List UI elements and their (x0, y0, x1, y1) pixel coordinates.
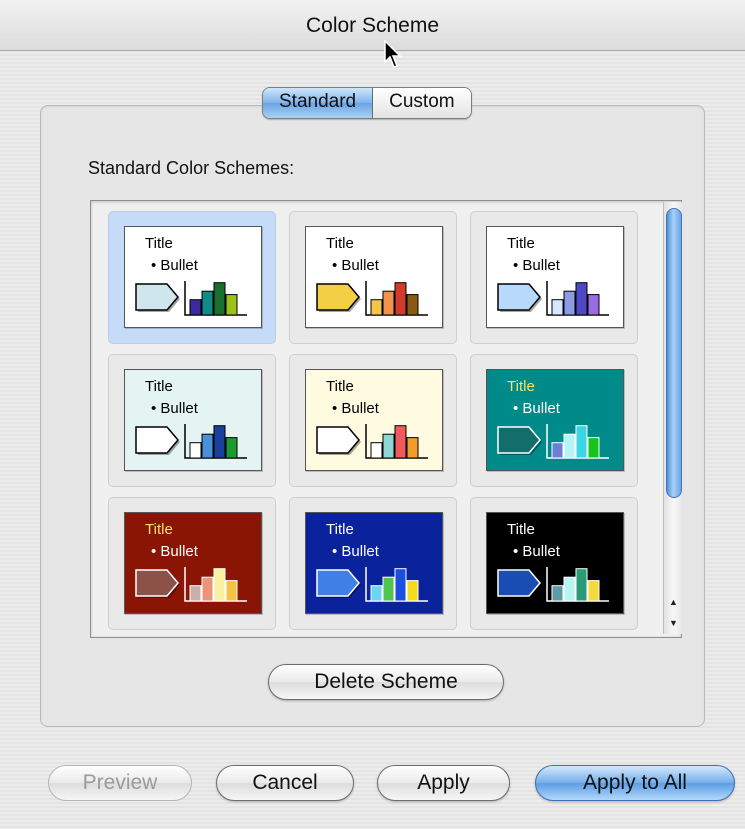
thumbnail-title: Title (145, 235, 173, 252)
apply-button[interactable]: Apply (377, 765, 510, 801)
chart-bar (225, 437, 238, 459)
standard-schemes-label: Standard Color Schemes: (88, 158, 295, 178)
chart-bar (587, 294, 600, 316)
chart-bar (189, 585, 202, 602)
chart-bar (382, 576, 395, 602)
thumbnail-bullet: • Bullet (332, 400, 379, 417)
scheme-list[interactable]: Title • Bullet Title • Bullet Title • Bullet T… (90, 200, 682, 638)
tab-standard[interactable]: Standard (263, 88, 374, 118)
scheme-thumbnail: Title • Bullet (124, 226, 262, 328)
tab-custom[interactable]: Custom (373, 88, 471, 118)
delete-scheme-button[interactable]: Delete Scheme (268, 664, 504, 700)
chart-bar (394, 568, 407, 602)
chart-bar (406, 580, 419, 602)
chart-bar (213, 425, 226, 459)
thumbnail-title: Title (145, 378, 173, 395)
scheme-thumbnail: Title • Bullet (124, 512, 262, 614)
chart-bar (587, 437, 600, 459)
chart-bar (382, 290, 395, 316)
scheme-item[interactable]: Title • Bullet (108, 497, 276, 630)
chart-bar (394, 425, 407, 459)
scheme-thumbnail: Title • Bullet (486, 369, 624, 471)
tab-control: Standard Custom (262, 87, 472, 119)
chart-bar (213, 568, 226, 602)
chart-bar (406, 294, 419, 316)
scroll-down-arrow-icon[interactable]: ▼ (669, 618, 678, 628)
thumbnail-bullet: • Bullet (151, 400, 198, 417)
thumbnail-title: Title (507, 521, 535, 538)
scheme-item[interactable]: Title • Bullet (470, 354, 638, 487)
chart-bar (382, 433, 395, 459)
chart-icon (316, 567, 428, 602)
chart-bar (551, 299, 564, 316)
thumbnail-bullet: • Bullet (332, 543, 379, 560)
thumbnail-title: Title (326, 235, 354, 252)
chart-icon (316, 424, 428, 459)
scheme-thumbnail: Title • Bullet (305, 512, 443, 614)
scheme-item[interactable]: Title • Bullet (470, 497, 638, 630)
thumbnail-title: Title (326, 378, 354, 395)
chart-bar (370, 299, 383, 316)
thumbnail-title: Title (145, 521, 173, 538)
scheme-item[interactable]: Title • Bullet (108, 211, 276, 344)
chart-bar (551, 585, 564, 602)
chart-icon (497, 424, 609, 459)
chart-icon (135, 281, 247, 316)
thumbnail-bullet: • Bullet (151, 257, 198, 274)
chart-bar (563, 433, 576, 459)
thumbnail-bullet: • Bullet (151, 543, 198, 560)
preview-button[interactable]: Preview (48, 765, 192, 801)
scheme-item[interactable]: Title • Bullet (289, 354, 457, 487)
chart-bar (201, 290, 214, 316)
chart-bar (563, 576, 576, 602)
scheme-thumbnail: Title • Bullet (486, 512, 624, 614)
chart-bar (575, 568, 588, 602)
chart-bar (587, 580, 600, 602)
scroll-up-arrow-icon[interactable]: ▲ (669, 597, 678, 607)
chart-icon (497, 567, 609, 602)
mouse-cursor-icon (384, 40, 402, 68)
chart-bar (370, 585, 383, 602)
window-title: Color Scheme (305, 14, 440, 37)
scheme-thumbnail: Title • Bullet (305, 369, 443, 471)
scheme-item[interactable]: Title • Bullet (108, 354, 276, 487)
chart-bar (406, 437, 419, 459)
thumbnail-bullet: • Bullet (513, 543, 560, 560)
scheme-thumbnail: Title • Bullet (305, 226, 443, 328)
thumbnail-title: Title (507, 378, 535, 395)
title-bar: Color Scheme (0, 0, 745, 51)
thumbnail-title: Title (507, 235, 535, 252)
scrollbar-thumb[interactable] (666, 208, 682, 498)
chart-bar (189, 299, 202, 316)
chart-icon (497, 281, 609, 316)
chart-icon (135, 424, 247, 459)
thumbnail-bullet: • Bullet (332, 257, 379, 274)
cancel-button[interactable]: Cancel (216, 765, 354, 801)
chart-bar (201, 433, 214, 459)
apply-to-all-button[interactable]: Apply to All (535, 765, 735, 801)
scheme-item[interactable]: Title • Bullet (289, 497, 457, 630)
thumbnail-title: Title (326, 521, 354, 538)
chart-bar (225, 580, 238, 602)
thumbnail-bullet: • Bullet (513, 400, 560, 417)
chart-bar (201, 576, 214, 602)
scheme-item[interactable]: Title • Bullet (470, 211, 638, 344)
thumbnail-bullet: • Bullet (513, 257, 560, 274)
chart-bar (213, 282, 226, 316)
scheme-item[interactable]: Title • Bullet (289, 211, 457, 344)
chart-bar (394, 282, 407, 316)
chart-bar (370, 442, 383, 459)
chart-bar (575, 282, 588, 316)
scheme-thumbnail: Title • Bullet (486, 226, 624, 328)
chart-icon (316, 281, 428, 316)
chart-bar (575, 425, 588, 459)
scrollbar[interactable]: ▲ ▼ (663, 202, 684, 634)
chart-icon (135, 567, 247, 602)
scheme-grid: Title • Bullet Title • Bullet Title • Bullet T… (108, 211, 638, 630)
chart-bar (563, 290, 576, 316)
chart-bar (225, 294, 238, 316)
scheme-thumbnail: Title • Bullet (124, 369, 262, 471)
chart-bar (551, 442, 564, 459)
chart-bar (189, 442, 202, 459)
